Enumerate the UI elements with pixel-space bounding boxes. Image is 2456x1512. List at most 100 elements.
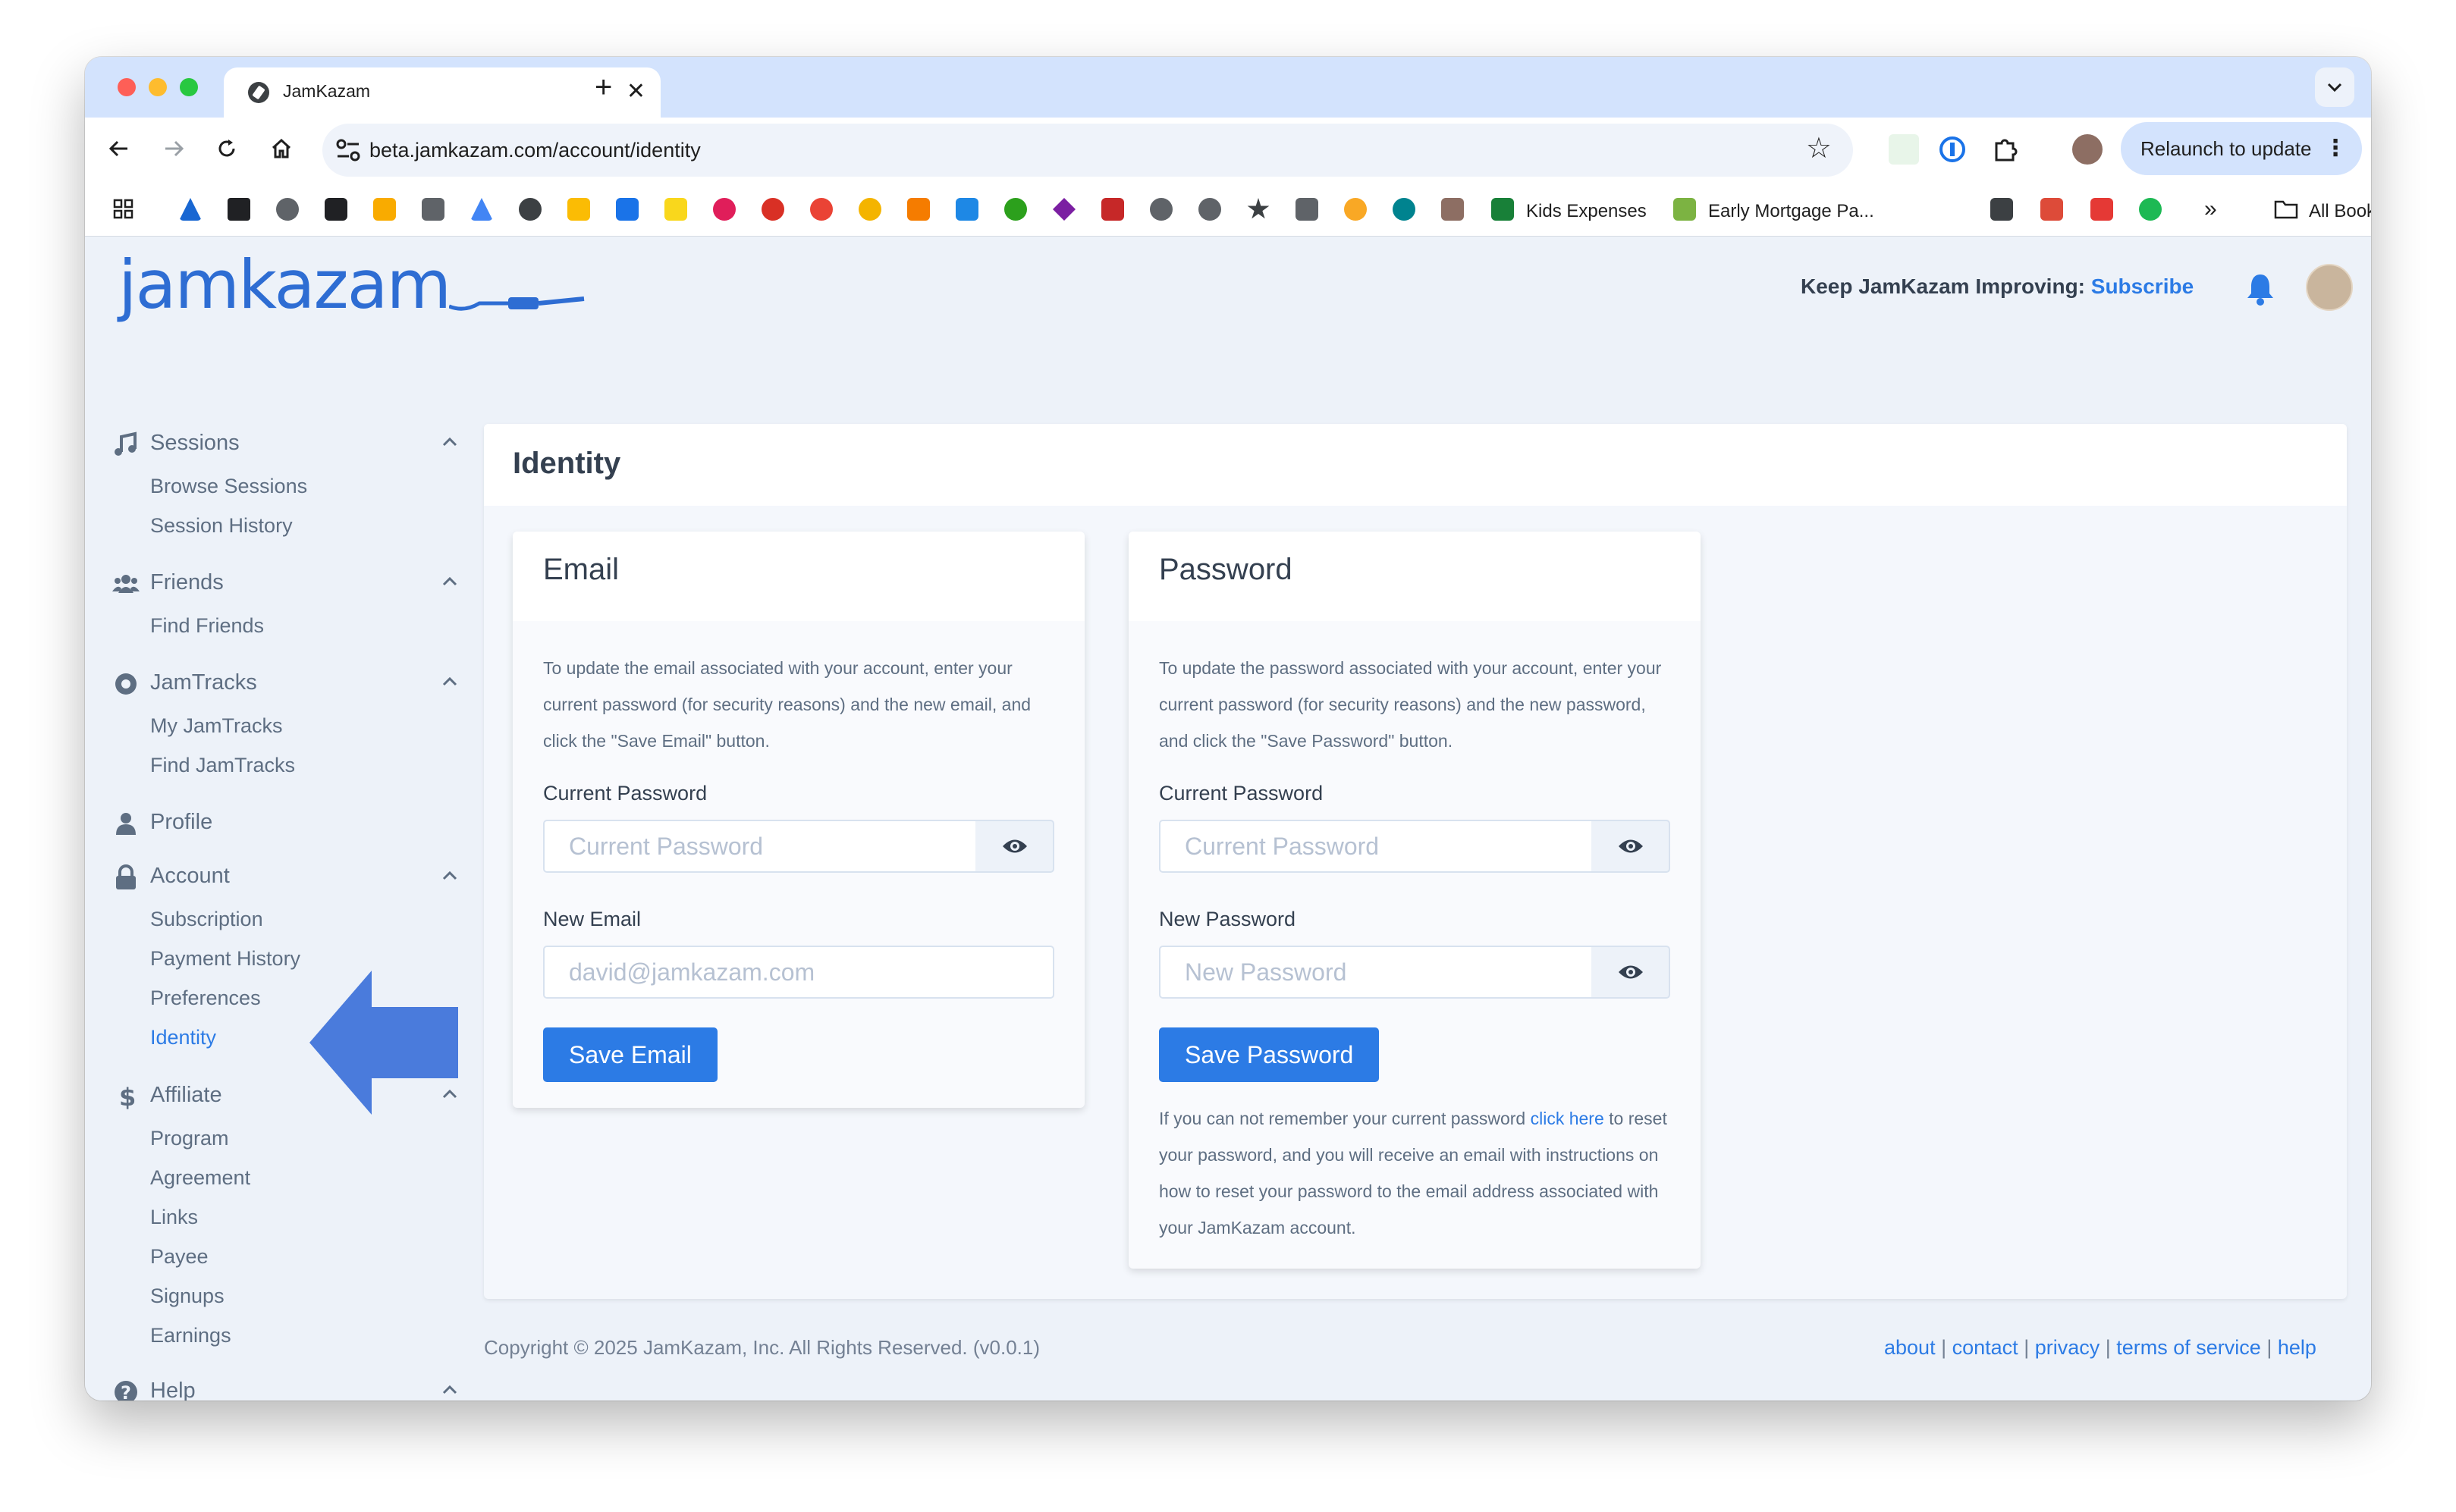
1password-extension-icon[interactable] [1937, 134, 1968, 165]
sheets-icon[interactable] [1491, 198, 1514, 221]
email-current-password-label: Current Password [543, 782, 708, 805]
sidebar-item-links[interactable]: Links [150, 1206, 198, 1229]
youtube-icon[interactable] [810, 198, 833, 221]
bookmark-kids-expenses[interactable]: Kids Expenses [1526, 201, 1647, 222]
globe-icon-3[interactable] [1198, 198, 1221, 221]
sidebar-item-payment-history[interactable]: Payment History [150, 947, 300, 971]
chevron-up-icon[interactable] [441, 870, 458, 881]
new-tab-button[interactable]: + [595, 71, 612, 104]
sidebar-item-find-jamtracks[interactable]: Find JamTracks [150, 754, 295, 777]
user-icon [116, 813, 136, 835]
calendar-icon[interactable] [1101, 198, 1124, 221]
more-menu-icon[interactable]: ⋮ [2324, 122, 2347, 175]
bookmark-k-icon[interactable] [1990, 198, 2013, 221]
reload-icon [218, 140, 235, 157]
home-button[interactable] [264, 134, 299, 169]
zoom-window-button[interactable] [180, 78, 198, 96]
bookmark-6-icon[interactable] [422, 198, 444, 221]
analytics-icon[interactable] [373, 198, 396, 221]
password-show-new-button[interactable] [1591, 946, 1670, 999]
sidebar-item-session-history[interactable]: Session History [150, 514, 293, 538]
new-password-input[interactable]: New Password [1159, 946, 1593, 999]
notification-bell-icon[interactable] [2242, 270, 2279, 306]
sidebar-item-earnings[interactable]: Earnings [150, 1324, 231, 1347]
sidebar-item-signups[interactable]: Signups [150, 1285, 225, 1308]
ads-icon[interactable] [470, 198, 493, 221]
globe-icon[interactable] [276, 198, 299, 221]
user-avatar[interactable] [2306, 264, 2353, 311]
chevron-up-icon[interactable] [441, 576, 458, 587]
sidebar-item-payee[interactable]: Payee [150, 1245, 209, 1269]
chevron-up-icon[interactable] [441, 676, 458, 687]
apps-grid-icon[interactable] [112, 198, 135, 221]
bookmark-26-icon[interactable] [1393, 198, 1415, 221]
bookmark-11-icon[interactable] [664, 198, 687, 221]
bookmark-27-icon[interactable] [1441, 198, 1464, 221]
email-show-password-button[interactable] [975, 820, 1054, 873]
bookmark-early-mortgage[interactable]: Early Mortgage Pa... [1708, 201, 1874, 222]
footer-contact-link[interactable]: contact [1952, 1336, 2018, 1359]
star-icon[interactable] [1247, 198, 1270, 219]
back-button[interactable] [102, 134, 137, 169]
evernote-extension-icon[interactable] [1889, 134, 1919, 165]
sidebar-item-preferences[interactable]: Preferences [150, 987, 261, 1010]
close-window-button[interactable] [118, 78, 136, 96]
sidebar-item-program[interactable]: Program [150, 1127, 229, 1150]
sidebar-item-identity[interactable]: Identity [150, 1026, 216, 1049]
soundwave-icon[interactable] [2090, 198, 2113, 221]
password-current-password-input[interactable]: Current Password [1159, 820, 1593, 873]
reset-password-link[interactable]: click here [1531, 1109, 1604, 1128]
address-bar[interactable]: beta.jamkazam.com/account/identity ☆ [322, 124, 1853, 177]
bookmark-19-icon[interactable] [1053, 198, 1076, 221]
bookmarks-overflow-icon[interactable]: » [2204, 196, 2217, 222]
bookmark-10-icon[interactable] [616, 198, 639, 221]
bookmark-25-icon[interactable] [1344, 198, 1367, 221]
reload-button[interactable] [209, 134, 244, 169]
all-bookmarks-link[interactable]: All Bookmarks [2309, 201, 2371, 222]
annotation-arrow-icon [309, 971, 458, 1115]
footer-terms-link[interactable]: terms of service [2116, 1336, 2261, 1359]
relaunch-button[interactable]: Relaunch to update ⋮ [2121, 122, 2362, 175]
bookmark-9-icon[interactable] [567, 198, 590, 221]
bookmark-n-icon[interactable] [1673, 198, 1696, 221]
minimize-window-button[interactable] [149, 78, 167, 96]
subscribe-link[interactable]: Subscribe [2091, 274, 2194, 298]
extensions-puzzle-icon[interactable] [1990, 134, 2021, 165]
sidebar-item-my-jamtracks[interactable]: My JamTracks [150, 714, 283, 738]
footer-privacy-link[interactable]: privacy [2035, 1336, 2100, 1359]
sidebar-item-agreement[interactable]: Agreement [150, 1166, 250, 1190]
globe-icon-2[interactable] [1150, 198, 1173, 221]
footer-about-link[interactable]: about [1884, 1336, 1936, 1359]
forward-button[interactable] [156, 134, 191, 169]
profile-avatar[interactable] [2072, 134, 2103, 165]
sidebar-item-browse-sessions[interactable]: Browse Sessions [150, 475, 307, 498]
bookmark-15-icon[interactable] [859, 198, 881, 221]
sidebar-item-find-friends[interactable]: Find Friends [150, 614, 264, 638]
bookmark-4-icon[interactable] [325, 198, 347, 221]
bookmark-17-icon[interactable] [956, 198, 978, 221]
bookmark-16-icon[interactable] [907, 198, 930, 221]
spotify-icon[interactable] [2139, 198, 2162, 221]
save-password-button[interactable]: Save Password [1159, 1027, 1380, 1082]
bookmark-13-icon[interactable] [762, 198, 784, 221]
bookmark-8-icon[interactable] [519, 198, 542, 221]
help-circle-icon: ? [115, 1381, 137, 1401]
password-show-current-button[interactable] [1591, 820, 1670, 873]
svg-text:$: $ [119, 1083, 136, 1110]
new-email-input[interactable]: david@jamkazam.com [543, 946, 1054, 999]
chevron-up-icon[interactable] [441, 1385, 458, 1395]
slack-icon[interactable] [713, 198, 736, 221]
quickbooks-icon[interactable] [1004, 198, 1027, 221]
bookmark-1-icon[interactable] [179, 198, 202, 221]
chevron-up-icon[interactable] [441, 437, 458, 447]
sidebar-item-subscription[interactable]: Subscription [150, 908, 263, 931]
close-tab-icon[interactable]: ✕ [627, 77, 645, 107]
bookmark-star-icon[interactable]: ☆ [1806, 131, 1832, 165]
bookmark-24-icon[interactable] [1296, 198, 1318, 221]
google-plus-icon[interactable] [2040, 198, 2063, 221]
tab-search-button[interactable] [2315, 67, 2354, 107]
email-current-password-input[interactable]: Current Password [543, 820, 977, 873]
footer-help-link[interactable]: help [2278, 1336, 2316, 1359]
bookmark-2-icon[interactable] [228, 198, 250, 221]
save-email-button[interactable]: Save Email [543, 1027, 718, 1082]
